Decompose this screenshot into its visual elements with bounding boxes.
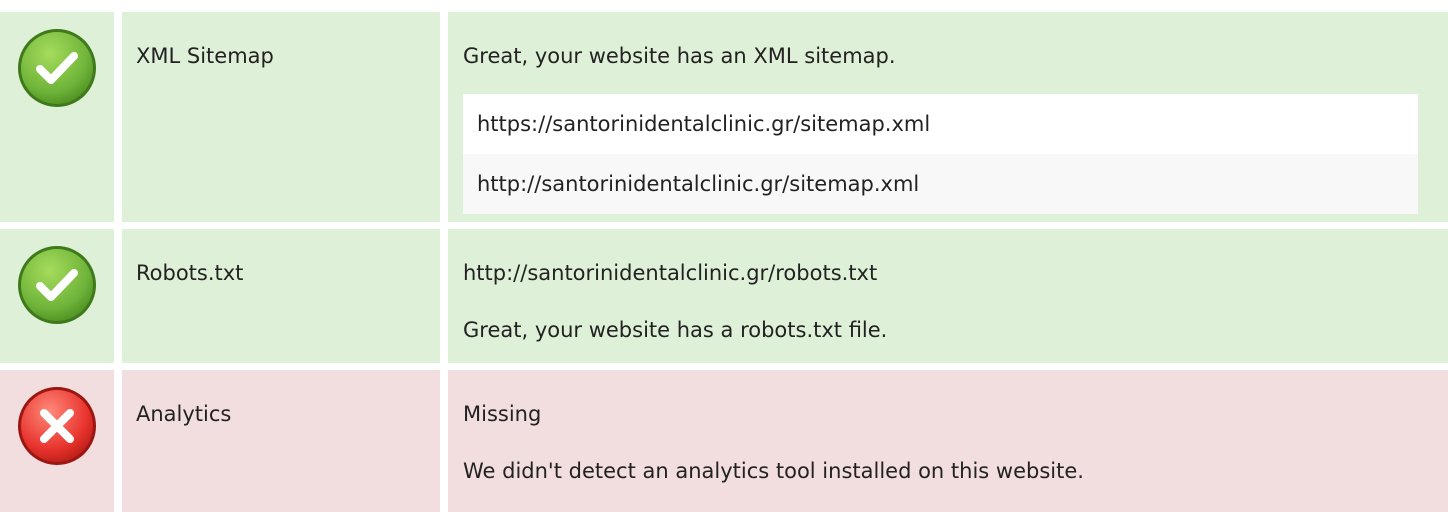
check-label: XML Sitemap: [122, 12, 440, 222]
status-cell: [0, 12, 114, 222]
check-detail: Missing We didn't detect an analytics to…: [448, 370, 1448, 512]
check-label: Robots.txt: [122, 229, 440, 363]
check-message: Great, your website has a robots.txt fil…: [463, 318, 888, 342]
status-cell: [0, 229, 114, 363]
check-value: Missing: [463, 402, 542, 426]
check-circle-icon: [16, 244, 98, 363]
sitemap-url-list: https://santorinidentalclinic.gr/sitemap…: [463, 94, 1418, 214]
check-label: Analytics: [122, 370, 440, 512]
check-message: We didn't detect an analytics tool insta…: [463, 459, 1084, 483]
sitemap-url-link[interactable]: http://santorinidentalclinic.gr/sitemap.…: [463, 154, 1418, 214]
report-row-xml-sitemap: XML Sitemap Great, your website has an X…: [0, 12, 1448, 222]
cross-circle-icon: [16, 385, 98, 512]
check-message: Great, your website has an XML sitemap.: [463, 44, 896, 68]
robots-url-link[interactable]: http://santorinidentalclinic.gr/robots.t…: [463, 258, 1418, 288]
check-detail: Great, your website has an XML sitemap. …: [448, 12, 1448, 222]
seo-report-table: XML Sitemap Great, your website has an X…: [0, 0, 1448, 512]
report-row-robots-txt: Robots.txt http://santorinidentalclinic.…: [0, 229, 1448, 363]
report-row-analytics: Analytics Missing We didn't detect an an…: [0, 370, 1448, 512]
check-circle-icon: [16, 27, 98, 222]
sitemap-url-link[interactable]: https://santorinidentalclinic.gr/sitemap…: [463, 94, 1418, 154]
check-detail: http://santorinidentalclinic.gr/robots.t…: [448, 229, 1448, 363]
status-cell: [0, 370, 114, 512]
